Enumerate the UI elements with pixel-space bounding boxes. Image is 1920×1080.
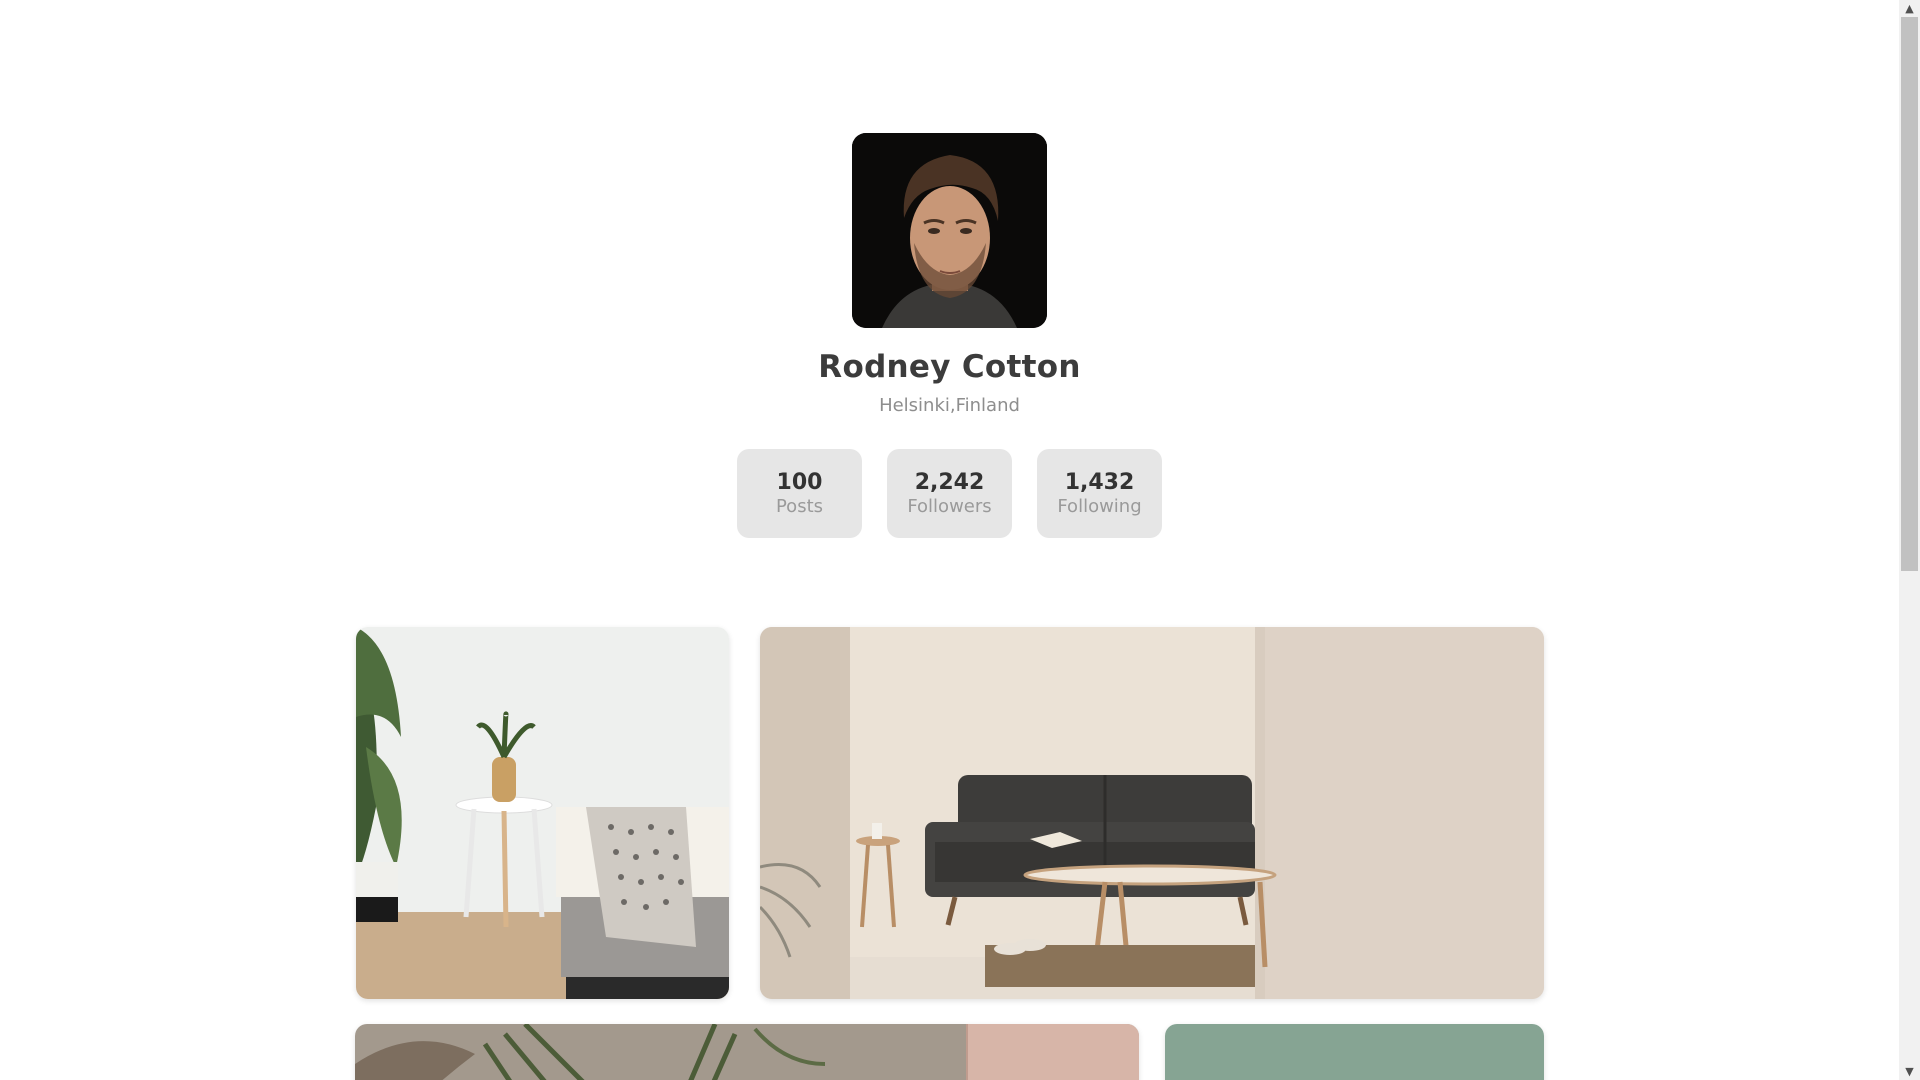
stat-following[interactable]: 1,432 Following (1037, 449, 1162, 538)
page-viewport: Rodney Cotton Helsinki,Finland 100 Posts… (0, 0, 1899, 1080)
profile-avatar[interactable] (852, 133, 1047, 328)
stat-followers-label: Followers (907, 495, 992, 517)
bedroom-image (356, 627, 729, 999)
living-room-image (760, 627, 1544, 999)
gallery-photo-textured-wall[interactable] (355, 1024, 1139, 1080)
textured-wall-image (355, 1024, 1139, 1080)
vertical-scrollbar[interactable]: ▲ ▼ (1899, 0, 1920, 1080)
gallery-photo-bedroom[interactable] (356, 627, 729, 999)
chevron-up-icon[interactable]: ▲ (1899, 0, 1920, 17)
gallery-photo-living-room[interactable] (760, 627, 1544, 999)
avatar-portrait (852, 133, 1047, 328)
green-wall-image (1165, 1024, 1544, 1080)
stat-posts-value: 100 (776, 469, 823, 495)
chevron-down-icon[interactable]: ▼ (1899, 1063, 1920, 1080)
stat-following-value: 1,432 (1064, 469, 1135, 495)
stat-posts-label: Posts (775, 495, 824, 517)
stat-following-label: Following (1057, 495, 1142, 517)
stat-followers-value: 2,242 (914, 469, 985, 495)
stat-posts[interactable]: 100 Posts (737, 449, 862, 538)
profile-name: Rodney Cotton (818, 349, 1081, 385)
profile-location: Helsinki,Finland (879, 395, 1020, 416)
profile-stats: 100 Posts 2,242 Followers 1,432 Followin… (737, 449, 1162, 538)
scrollbar-thumb[interactable] (1901, 17, 1918, 571)
stat-followers[interactable]: 2,242 Followers (887, 449, 1012, 538)
gallery-photo-green-wall[interactable] (1165, 1024, 1544, 1080)
